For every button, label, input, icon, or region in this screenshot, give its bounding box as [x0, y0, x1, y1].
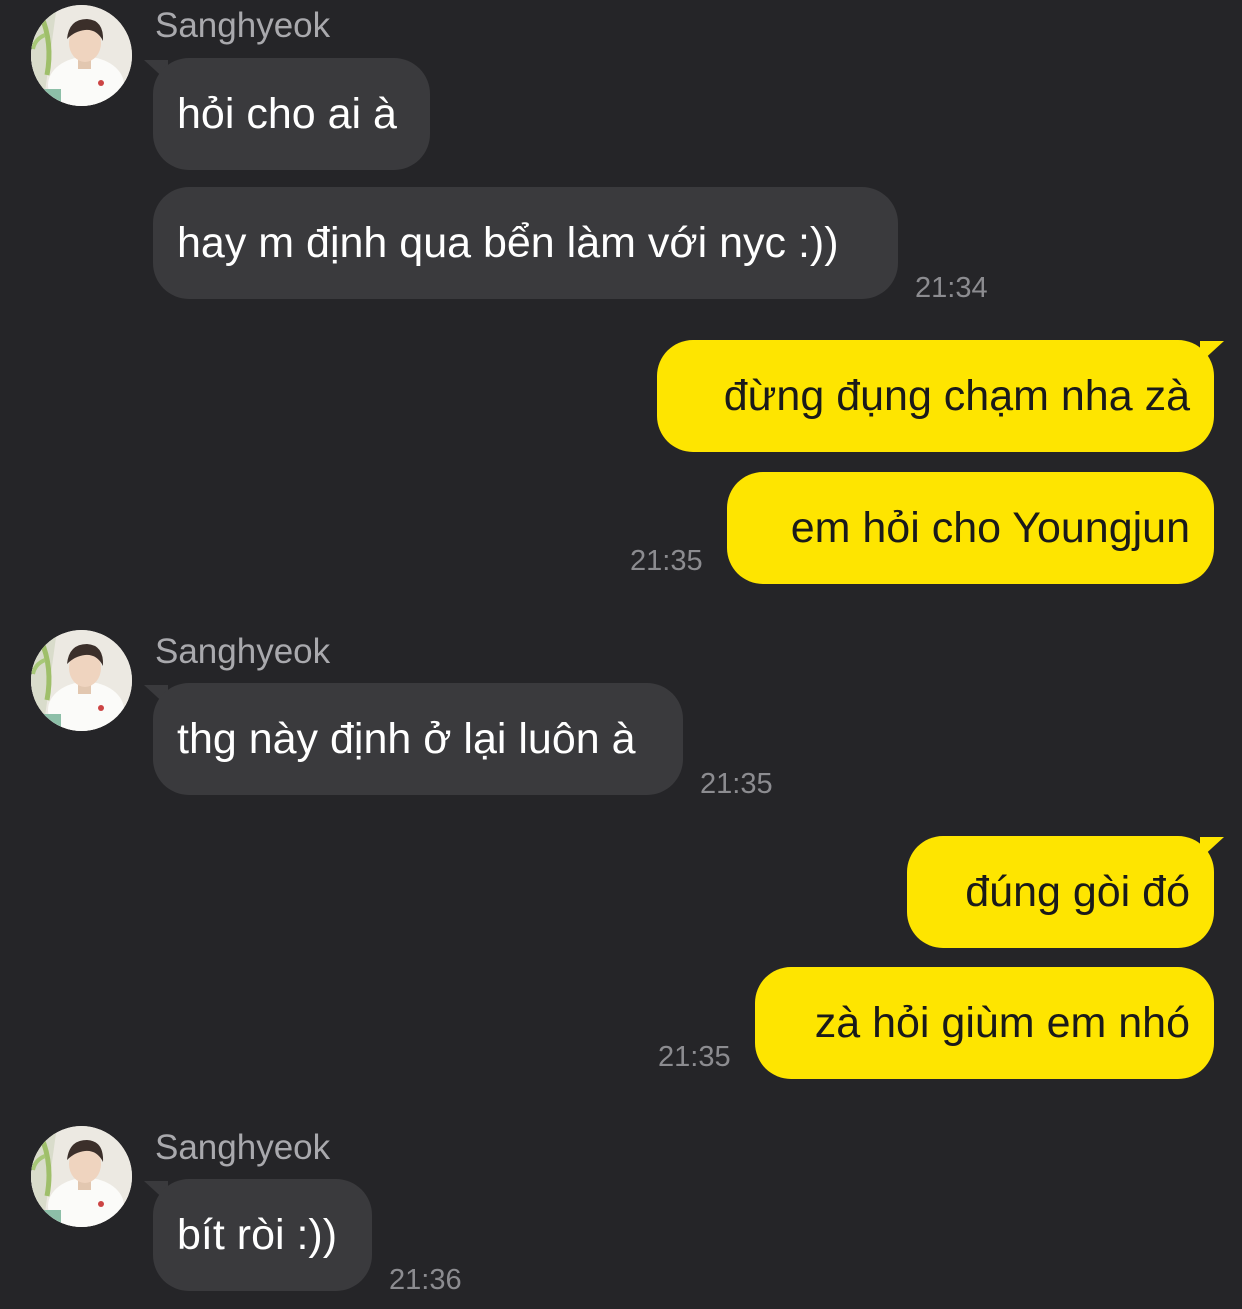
- profile-photo-icon: [31, 5, 132, 106]
- message-timestamp: 21:34: [915, 272, 988, 304]
- message-bubble-incoming[interactable]: bít ròi :)): [153, 1179, 372, 1291]
- message-bubble-outgoing[interactable]: đúng gòi đó: [907, 836, 1214, 948]
- message-timestamp: 21:35: [658, 1041, 731, 1073]
- message-bubble-incoming[interactable]: hay m định qua bển làm với nyc :)): [153, 187, 898, 299]
- message-timestamp: 21:35: [700, 768, 773, 800]
- message-bubble-incoming[interactable]: thg này định ở lại luôn à: [153, 683, 683, 795]
- message-timestamp: 21:36: [389, 1264, 462, 1296]
- message-bubble-outgoing[interactable]: đừng đụng chạm nha zà: [657, 340, 1214, 452]
- sender-name: Sanghyeok: [155, 6, 331, 45]
- message-bubble-outgoing[interactable]: em hỏi cho Youngjun: [727, 472, 1214, 584]
- sender-name: Sanghyeok: [155, 632, 331, 671]
- profile-photo-icon: [31, 1126, 132, 1227]
- sender-name: Sanghyeok: [155, 1128, 331, 1167]
- message-bubble-outgoing[interactable]: zà hỏi giùm em nhó: [755, 967, 1214, 1079]
- sender-avatar[interactable]: [31, 630, 132, 731]
- sender-avatar[interactable]: [31, 5, 132, 106]
- sender-avatar[interactable]: [31, 1126, 132, 1227]
- message-bubble-incoming[interactable]: hỏi cho ai à: [153, 58, 430, 170]
- profile-photo-icon: [31, 630, 132, 731]
- message-timestamp: 21:35: [630, 545, 703, 577]
